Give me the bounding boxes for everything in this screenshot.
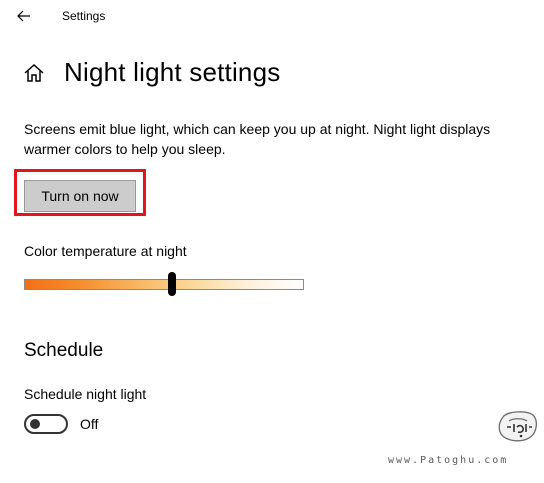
page-title: Night light settings (64, 57, 281, 87)
slider-thumb[interactable] (168, 272, 177, 296)
home-icon[interactable] (23, 62, 45, 84)
back-arrow-icon (17, 10, 30, 22)
settings-window: Settings Night light settings Screens em… (0, 0, 544, 483)
schedule-night-light-label: Schedule night light (24, 386, 147, 402)
window-title: Settings (62, 9, 106, 23)
schedule-night-light-toggle[interactable] (24, 414, 68, 434)
title-bar: Settings (0, 0, 544, 32)
toggle-knob (30, 419, 40, 429)
turn-on-now-button[interactable]: Turn on now (24, 180, 136, 212)
patoghu-logo-icon (498, 411, 538, 442)
schedule-heading: Schedule (24, 340, 104, 361)
watermark-url: www.Patoghu.com (388, 455, 509, 466)
toggle-state-label: Off (80, 416, 99, 432)
night-light-description: Screens emit blue light, which can keep … (24, 121, 491, 157)
color-temperature-slider[interactable] (24, 272, 304, 296)
slider-track[interactable] (24, 279, 304, 290)
back-button[interactable] (10, 4, 38, 28)
color-temperature-label: Color temperature at night (24, 243, 187, 259)
